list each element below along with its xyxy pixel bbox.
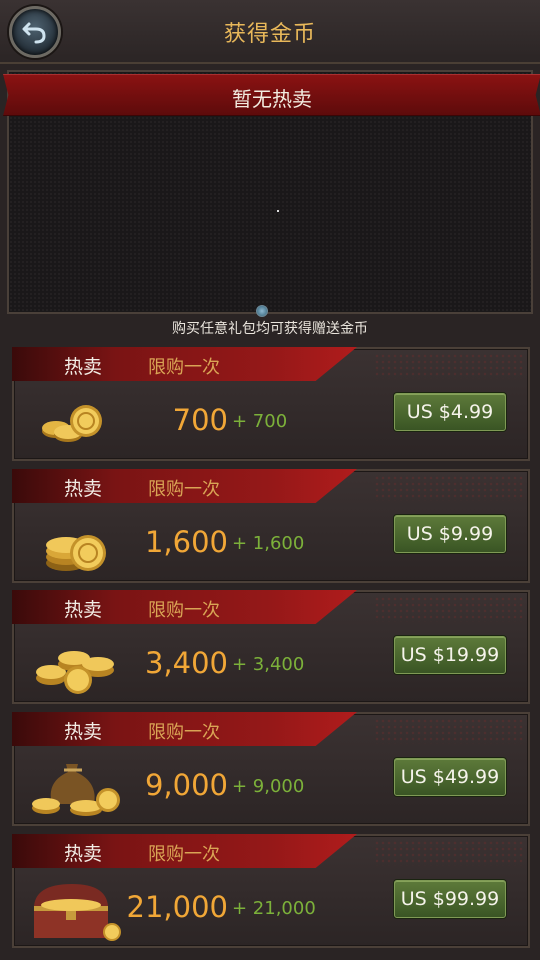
bonus-note: 购买任意礼包均可获得赠送金币 (172, 321, 368, 337)
coin-bonus: + 3,400 (232, 654, 305, 675)
coin-amount: 1,600 (144, 525, 228, 559)
hot-label: 热卖 (64, 356, 103, 378)
hot-sale-banner: 暂无热卖 (3, 74, 540, 116)
top-bar: 获得金币 (0, 0, 540, 64)
coins-stack-icon (46, 535, 106, 571)
offer-tag: 热卖 限购一次 (12, 347, 357, 381)
gem-icon (256, 305, 268, 317)
card-ornament (374, 596, 524, 622)
limit-label: 限购一次 (148, 479, 220, 500)
limit-label: 限购一次 (148, 600, 220, 621)
card-ornament (374, 475, 524, 501)
card-ornament (374, 353, 524, 379)
offer-tag: 热卖 限购一次 (12, 712, 357, 746)
offer-tag: 热卖 限购一次 (12, 834, 357, 868)
price-button[interactable]: US $4.99 (394, 393, 506, 431)
offer-tag: 热卖 限购一次 (12, 469, 357, 503)
offer-card-2[interactable]: 热卖 限购一次 1,600 + 1,600 US $9.99 (12, 469, 530, 583)
hot-label: 热卖 (64, 599, 103, 621)
offer-card-3[interactable]: 热卖 限购一次 3,400 + 3,400 US $19.99 (12, 590, 530, 704)
price-button[interactable]: US $99.99 (394, 880, 506, 918)
page-title: 获得金币 (223, 22, 316, 47)
price-button[interactable]: US $19.99 (394, 636, 506, 674)
coin-amount: 21,000 (126, 890, 228, 924)
hot-sale-panel: 暂无热卖 (3, 70, 540, 314)
card-ornament (374, 718, 524, 744)
coin-bonus: + 21,000 (232, 898, 316, 919)
card-ornament (374, 840, 524, 866)
offer-tag: 热卖 限购一次 (12, 590, 357, 624)
coins-pile-icon (36, 651, 114, 694)
offer-card-4[interactable]: 热卖 限购一次 9,000 + 9,000 US $49.99 (12, 712, 530, 826)
panel-dot (277, 210, 279, 212)
price-button[interactable]: US $49.99 (394, 758, 506, 796)
coin-amount: 9,000 (144, 768, 228, 802)
hot-label: 热卖 (64, 843, 103, 865)
hot-sale-banner-text: 暂无热卖 (232, 87, 312, 111)
limit-label: 限购一次 (148, 722, 220, 743)
treasure-chest-icon (34, 884, 121, 941)
limit-label: 限购一次 (148, 844, 220, 865)
offer-card-5[interactable]: 热卖 限购一次 21,000 + 21,000 US $99.99 (12, 834, 530, 948)
coin-amount: 3,400 (144, 646, 228, 680)
hot-label: 热卖 (64, 478, 103, 500)
limit-label: 限购一次 (148, 357, 220, 378)
coin-bag-icon (32, 764, 120, 816)
hot-label: 热卖 (64, 721, 103, 743)
coin-bonus: + 700 (232, 411, 288, 432)
offer-card-1[interactable]: 热卖 限购一次 700 + 700 US $4.99 (12, 347, 530, 461)
coin-bonus: + 1,600 (232, 533, 305, 554)
coins-small-icon (42, 405, 102, 442)
coin-bonus: + 9,000 (232, 776, 305, 797)
coin-amount: 700 (172, 403, 228, 437)
price-button[interactable]: US $9.99 (394, 515, 506, 553)
